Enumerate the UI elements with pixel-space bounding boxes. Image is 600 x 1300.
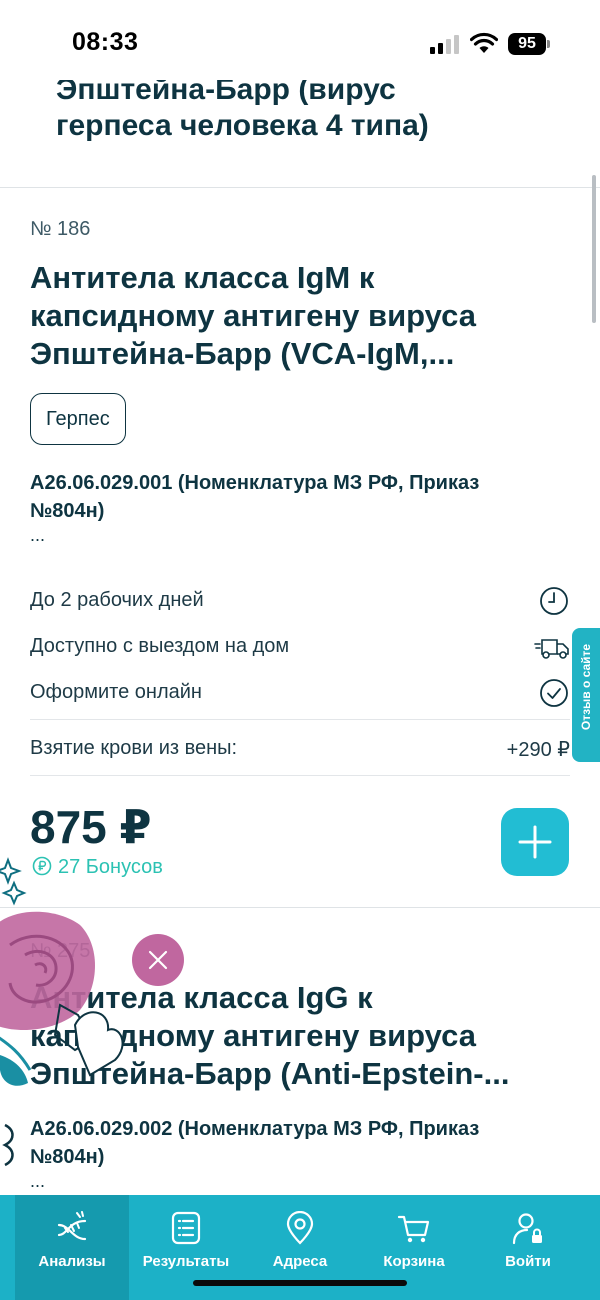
nav-label: Войти <box>505 1253 551 1270</box>
row-separator <box>30 775 570 776</box>
nav-label: Анализы <box>38 1253 106 1270</box>
cart-icon <box>397 1215 430 1243</box>
analysis-card[interactable]: № 186 Антитела класса IgM к капсидному а… <box>0 218 600 546</box>
info-row-blood-draw: Взятие крови из вены: +290 ₽ <box>30 729 570 769</box>
more-ellipsis[interactable]: ... <box>30 525 570 546</box>
tag-herpes[interactable]: Герпес <box>30 393 126 445</box>
info-row-online: Оформите онлайн <box>30 673 570 713</box>
nav-label: Адреса <box>272 1253 328 1270</box>
document-list-icon <box>171 1211 201 1245</box>
rose-decoration-icon[interactable] <box>0 855 160 1175</box>
wifi-icon <box>470 32 498 53</box>
nav-label: Корзина <box>383 1253 445 1270</box>
status-time: 08:33 <box>72 28 139 56</box>
delivery-truck-icon <box>534 639 569 659</box>
battery-indicator: 95 <box>508 33 546 55</box>
code-line: №804н) <box>30 500 105 522</box>
clock-icon <box>540 587 568 615</box>
feedback-tab-label: Отзыв о сайте <box>579 643 593 731</box>
home-indicator[interactable] <box>193 1280 407 1286</box>
nav-item-login[interactable]: Войти <box>471 1195 585 1300</box>
location-pin-icon <box>286 1211 314 1245</box>
feedback-tab[interactable]: Отзыв о сайте <box>572 628 600 762</box>
plus-icon <box>518 825 552 859</box>
info-row-home-visit: Доступно с выездом на дом <box>30 627 570 667</box>
dna-icon <box>57 1211 87 1241</box>
close-decoration-button[interactable] <box>132 934 184 986</box>
blood-draw-price: +290 ₽ <box>506 739 570 761</box>
card-title-line: Эпштейна-Барр (VCA-IgM,... <box>30 336 455 371</box>
row-separator <box>30 719 570 720</box>
duration-label: До 2 рабочих дней <box>30 589 204 611</box>
previous-card-title: Эпштейна-Барр (вирус герпеса человека 4 … <box>56 80 556 144</box>
user-lock-icon <box>512 1213 542 1245</box>
info-row-duration: До 2 рабочих дней <box>30 581 570 621</box>
blood-draw-label: Взятие крови из вены: <box>30 737 238 759</box>
card-number: № 186 <box>30 218 91 240</box>
card-title-line: капсидному антигену вируса <box>30 298 476 333</box>
nav-label: Результаты <box>142 1253 230 1270</box>
previous-title-line-2: герпеса человека 4 типа) <box>56 109 429 142</box>
cellular-signal-icon <box>430 35 459 54</box>
card-title[interactable]: Антитела класса IgM к капсидному антиген… <box>30 259 570 373</box>
price: 875 ₽ <box>30 801 152 853</box>
add-to-cart-button[interactable] <box>501 808 569 876</box>
nomenclature-code: А26.06.029.001 (Номенклатура МЗ РФ, Прик… <box>30 469 570 525</box>
close-icon <box>148 950 168 970</box>
battery-tip <box>547 40 550 48</box>
home-visit-label: Доступно с выездом на дом <box>30 635 290 657</box>
check-circle-icon <box>540 679 568 707</box>
nav-item-analyses[interactable]: Анализы <box>15 1195 129 1300</box>
card-title-line: Антитела класса IgM к <box>30 260 375 295</box>
previous-title-line-1: Эпштейна-Барр (вирус <box>56 80 396 106</box>
card-divider <box>0 187 600 188</box>
online-label: Оформите онлайн <box>30 681 202 703</box>
code-line: А26.06.029.001 (Номенклатура МЗ РФ, Прик… <box>30 472 480 494</box>
status-bar: 08:33 95 <box>0 0 600 80</box>
